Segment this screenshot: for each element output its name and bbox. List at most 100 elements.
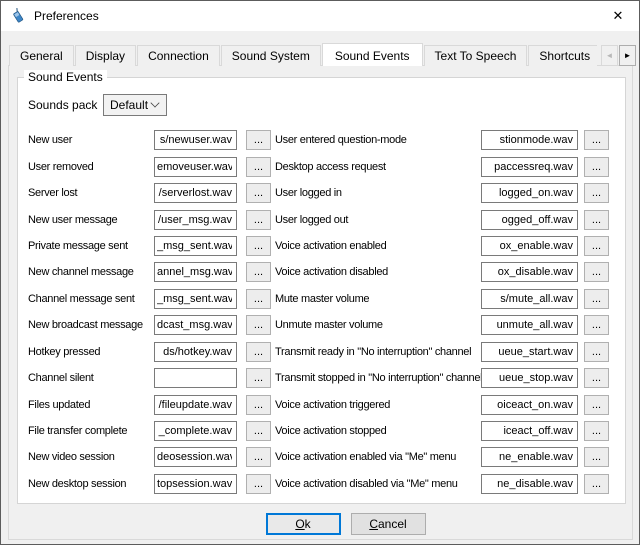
groupbox-title: Sound Events bbox=[24, 70, 107, 84]
sound-event-label: New desktop session bbox=[28, 478, 154, 490]
sound-event-file-input[interactable] bbox=[154, 315, 237, 335]
browse-button[interactable]: ... bbox=[246, 368, 271, 388]
browse-button[interactable]: ... bbox=[584, 130, 609, 150]
titlebar: Preferences ✕ bbox=[1, 1, 639, 31]
browse-button[interactable]: ... bbox=[584, 368, 609, 388]
sound-event-file-input[interactable] bbox=[154, 342, 237, 362]
browse-button[interactable]: ... bbox=[246, 183, 271, 203]
tab-sound-system[interactable]: Sound System bbox=[221, 45, 321, 66]
browse-button[interactable]: ... bbox=[246, 315, 271, 335]
tab-scroll-right-button[interactable]: ► bbox=[619, 45, 636, 66]
sound-event-file-input[interactable] bbox=[481, 262, 578, 282]
browse-button[interactable]: ... bbox=[246, 130, 271, 150]
sound-event-label: Channel message sent bbox=[28, 293, 154, 305]
browse-button[interactable]: ... bbox=[246, 289, 271, 309]
sound-event-file-input[interactable] bbox=[481, 210, 578, 230]
sound-event-label: Voice activation enabled via "Me" menu bbox=[275, 451, 481, 463]
sound-event-row: User removed...Desktop access request... bbox=[28, 153, 625, 179]
sound-event-file-input[interactable] bbox=[154, 236, 237, 256]
close-button[interactable]: ✕ bbox=[597, 1, 639, 30]
browse-button[interactable]: ... bbox=[246, 262, 271, 282]
sound-event-label: New video session bbox=[28, 451, 154, 463]
sound-event-file-input[interactable] bbox=[154, 395, 237, 415]
sound-event-file-input[interactable] bbox=[481, 236, 578, 256]
browse-button[interactable]: ... bbox=[246, 421, 271, 441]
sounds-pack-label: Sounds pack bbox=[28, 98, 103, 112]
browse-button[interactable]: ... bbox=[246, 474, 271, 494]
sound-event-file-input[interactable] bbox=[481, 447, 578, 467]
preferences-window: Preferences ✕ GeneralDisplayConnectionSo… bbox=[0, 0, 640, 545]
sound-event-file-input[interactable] bbox=[154, 210, 237, 230]
browse-button[interactable]: ... bbox=[584, 183, 609, 203]
browse-button[interactable]: ... bbox=[246, 447, 271, 467]
sound-event-label: New channel message bbox=[28, 266, 154, 278]
tab-scroll-left-button[interactable]: ◄ bbox=[601, 45, 618, 66]
tab-display[interactable]: Display bbox=[75, 45, 136, 66]
browse-button[interactable]: ... bbox=[584, 421, 609, 441]
browse-button[interactable]: ... bbox=[584, 395, 609, 415]
sound-event-row: Private message sent...Voice activation … bbox=[28, 233, 625, 259]
sound-event-file-input[interactable] bbox=[481, 342, 578, 362]
sound-event-file-input[interactable] bbox=[154, 447, 237, 467]
browse-button[interactable]: ... bbox=[584, 157, 609, 177]
tab-text-to-speech[interactable]: Text To Speech bbox=[424, 45, 528, 66]
sound-event-file-input[interactable] bbox=[481, 157, 578, 177]
app-icon bbox=[10, 8, 26, 24]
sound-event-file-input[interactable] bbox=[481, 289, 578, 309]
browse-button[interactable]: ... bbox=[584, 342, 609, 362]
sound-event-file-input[interactable] bbox=[481, 395, 578, 415]
sound-event-file-input[interactable] bbox=[481, 315, 578, 335]
window-title: Preferences bbox=[34, 9, 99, 23]
sound-event-file-input[interactable] bbox=[154, 368, 237, 388]
sound-event-label: Voice activation disabled via "Me" menu bbox=[275, 478, 481, 490]
sounds-pack-row: Sounds pack Default bbox=[28, 94, 625, 116]
tab-shortcuts[interactable]: Shortcuts bbox=[528, 45, 597, 66]
sound-event-file-input[interactable] bbox=[154, 474, 237, 494]
browse-button[interactable]: ... bbox=[584, 236, 609, 256]
sound-event-file-input[interactable] bbox=[154, 183, 237, 203]
browse-button[interactable]: ... bbox=[584, 210, 609, 230]
sound-event-row: New channel message... Voice activation d… bbox=[28, 259, 625, 285]
sound-event-label: Unmute master volume bbox=[275, 319, 481, 331]
sound-event-row: Files updated...Voice activation trigger… bbox=[28, 391, 625, 417]
sound-event-file-input[interactable] bbox=[481, 474, 578, 494]
sound-event-file-input[interactable] bbox=[481, 130, 578, 150]
sounds-pack-select[interactable]: Default bbox=[103, 94, 167, 116]
browse-button[interactable]: ... bbox=[246, 210, 271, 230]
sound-event-label: Voice activation stopped bbox=[275, 425, 481, 437]
sound-events-list: New user...User entered question-mode...… bbox=[28, 127, 625, 497]
browse-button[interactable]: ... bbox=[584, 447, 609, 467]
tab-scroll-arrows: ◄ ► bbox=[601, 45, 636, 66]
sound-event-row: New user message...User logged out... bbox=[28, 206, 625, 232]
browse-button[interactable]: ... bbox=[584, 262, 609, 282]
browse-button[interactable]: ... bbox=[246, 236, 271, 256]
browse-button[interactable]: ... bbox=[584, 315, 609, 335]
sound-event-file-input[interactable] bbox=[481, 368, 578, 388]
sound-event-file-input[interactable] bbox=[154, 262, 237, 282]
sound-event-label: Voice activation disabled bbox=[275, 266, 481, 278]
sound-event-file-input[interactable] bbox=[154, 289, 237, 309]
sound-event-label: Channel silent bbox=[28, 372, 154, 384]
tab-sound-events[interactable]: Sound Events bbox=[322, 43, 423, 66]
tab-general[interactable]: General bbox=[9, 45, 74, 66]
sound-event-label: User logged out bbox=[275, 214, 481, 226]
sound-event-file-input[interactable] bbox=[481, 421, 578, 441]
sounds-pack-value: Default bbox=[104, 98, 151, 112]
sound-event-file-input[interactable] bbox=[154, 157, 237, 177]
tab-connection[interactable]: Connection bbox=[137, 45, 220, 66]
sound-event-label: New broadcast message bbox=[28, 319, 154, 331]
sound-event-label: Hotkey pressed bbox=[28, 346, 154, 358]
browse-button[interactable]: ... bbox=[246, 395, 271, 415]
cancel-button[interactable]: Cancel bbox=[351, 513, 426, 535]
sound-event-file-input[interactable] bbox=[154, 421, 237, 441]
browse-button[interactable]: ... bbox=[246, 342, 271, 362]
sound-event-row: File transfer complete...Voice activatio… bbox=[28, 418, 625, 444]
sound-event-file-input[interactable] bbox=[481, 183, 578, 203]
browse-button[interactable]: ... bbox=[584, 474, 609, 494]
ok-button[interactable]: Ok bbox=[266, 513, 341, 535]
sound-event-file-input[interactable] bbox=[154, 130, 237, 150]
browse-button[interactable]: ... bbox=[584, 289, 609, 309]
sound-event-label: Server lost bbox=[28, 187, 154, 199]
tab-bar: GeneralDisplayConnectionSound SystemSoun… bbox=[9, 42, 597, 66]
browse-button[interactable]: ... bbox=[246, 157, 271, 177]
